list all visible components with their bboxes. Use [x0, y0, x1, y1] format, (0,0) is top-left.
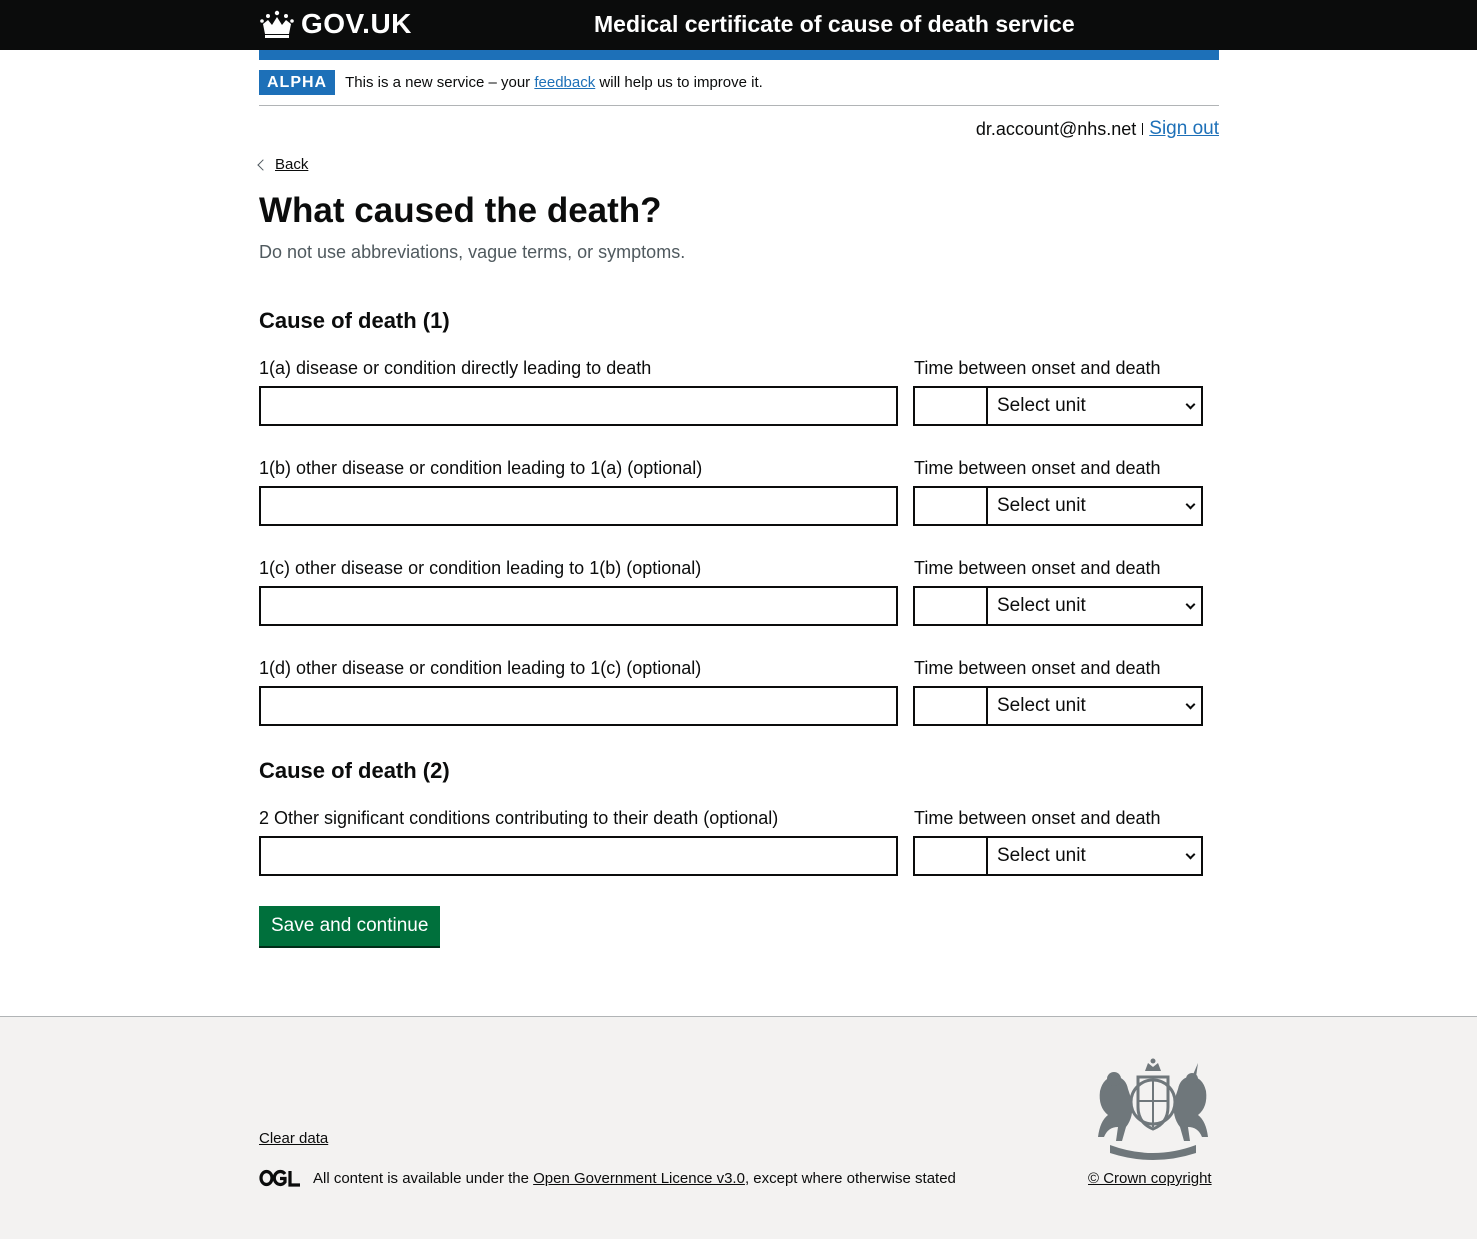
time-2-unit-value: Select unit: [997, 845, 1086, 866]
time-1b-label: Time between onset and death: [914, 458, 1161, 478]
time-1b-group: Select unit: [913, 486, 1203, 526]
sign-out-link[interactable]: Sign out: [1149, 118, 1219, 140]
cause-2-input[interactable]: [259, 836, 898, 876]
time-1c-number-input[interactable]: [913, 586, 986, 626]
time-1c-unit-select[interactable]: Select unit: [986, 586, 1203, 626]
chevron-down-icon: [1185, 699, 1196, 709]
time-1a-unit-select[interactable]: Select unit: [986, 386, 1203, 426]
phase-text-before: This is a new service – your: [345, 74, 535, 91]
licence-text: All content is available under the Open …: [313, 1170, 956, 1187]
cause-2-label: 2 Other significant conditions contribut…: [259, 808, 779, 828]
time-1d-label: Time between onset and death: [914, 658, 1161, 678]
time-1d-group: Select unit: [913, 686, 1203, 726]
cause-1a-input[interactable]: [259, 386, 898, 426]
royal-coat-of-arms-icon: [1098, 1058, 1208, 1160]
phase-text: This is a new service – your feedback wi…: [345, 70, 763, 95]
back-link[interactable]: Back: [257, 156, 309, 173]
feedback-link[interactable]: feedback: [534, 74, 595, 91]
cause-1d-input[interactable]: [259, 686, 898, 726]
chevron-down-icon: [1185, 499, 1196, 509]
time-2-group: Select unit: [913, 836, 1203, 876]
cause-1c-label: 1(c) other disease or condition leading …: [259, 558, 702, 578]
account-email: dr.account@nhs.net: [975, 118, 1137, 139]
time-2-number-input[interactable]: [913, 836, 986, 876]
time-1d-unit-value: Select unit: [997, 695, 1086, 716]
time-1a-unit-value: Select unit: [997, 395, 1086, 416]
time-2-unit-select[interactable]: Select unit: [986, 836, 1203, 876]
time-1d-unit-select[interactable]: Select unit: [986, 686, 1203, 726]
licence-text-after: , except where otherwise stated: [744, 1169, 956, 1187]
crown-icon: [260, 10, 294, 38]
time-1d-number-input[interactable]: [913, 686, 986, 726]
time-1a-group: Select unit: [913, 386, 1203, 426]
site-footer: Clear data All content is available unde…: [0, 1016, 1477, 1239]
licence-text-before: All content is available under the: [313, 1169, 534, 1187]
page-title: What caused the death?: [259, 191, 662, 230]
site-header: GOV.UK Medical certificate of cause of d…: [0, 0, 1477, 50]
ogl-logo-icon: [259, 1169, 300, 1187]
time-1a-label: Time between onset and death: [914, 358, 1161, 378]
account-separator: [1142, 123, 1144, 135]
time-1b-unit-value: Select unit: [997, 495, 1086, 516]
chevron-down-icon: [1185, 599, 1196, 609]
chevron-down-icon: [1185, 849, 1196, 859]
cause-1b-input[interactable]: [259, 486, 898, 526]
time-1b-unit-select[interactable]: Select unit: [986, 486, 1203, 526]
service-name-link[interactable]: Medical certificate of cause of death se…: [594, 11, 1075, 38]
phase-banner: ALPHA This is a new service – your feedb…: [259, 70, 1219, 106]
time-1a-number-input[interactable]: [913, 386, 986, 426]
time-1c-label: Time between onset and death: [914, 558, 1161, 578]
time-1c-unit-value: Select unit: [997, 595, 1086, 616]
header-blue-bar: [259, 50, 1219, 60]
phase-text-after: will help us to improve it.: [595, 74, 763, 91]
chevron-left-icon: [257, 159, 269, 171]
back-link-label: Back: [275, 156, 309, 173]
section-heading-cause-2: Cause of death (2): [259, 758, 450, 783]
clear-data-link[interactable]: Clear data: [259, 1130, 328, 1147]
cause-1b-label: 1(b) other disease or condition leading …: [259, 458, 703, 478]
account-bar: dr.account@nhs.net Sign out: [976, 118, 1219, 140]
cause-1c-input[interactable]: [259, 586, 898, 626]
crown-copyright-link[interactable]: © Crown copyright: [1088, 1170, 1212, 1187]
chevron-down-icon: [1185, 399, 1196, 409]
time-1c-group: Select unit: [913, 586, 1203, 626]
logo-text: GOV.UK: [301, 8, 412, 39]
cause-1d-label: 1(d) other disease or condition leading …: [259, 658, 702, 678]
section-heading-cause-1: Cause of death (1): [259, 308, 450, 333]
govuk-logo-link[interactable]: GOV.UK: [259, 8, 412, 40]
phase-tag: ALPHA: [259, 70, 336, 95]
time-2-label: Time between onset and death: [914, 808, 1161, 828]
licence-statement: All content is available under the Open …: [259, 1169, 956, 1187]
save-and-continue-button[interactable]: Save and continue: [259, 906, 441, 946]
open-government-licence-link[interactable]: Open Government Licence v3.0: [533, 1170, 745, 1187]
cause-1a-label: 1(a) disease or condition directly leadi…: [259, 358, 652, 378]
page-hint: Do not use abbreviations, vague terms, o…: [259, 242, 686, 262]
time-1b-number-input[interactable]: [913, 486, 986, 526]
